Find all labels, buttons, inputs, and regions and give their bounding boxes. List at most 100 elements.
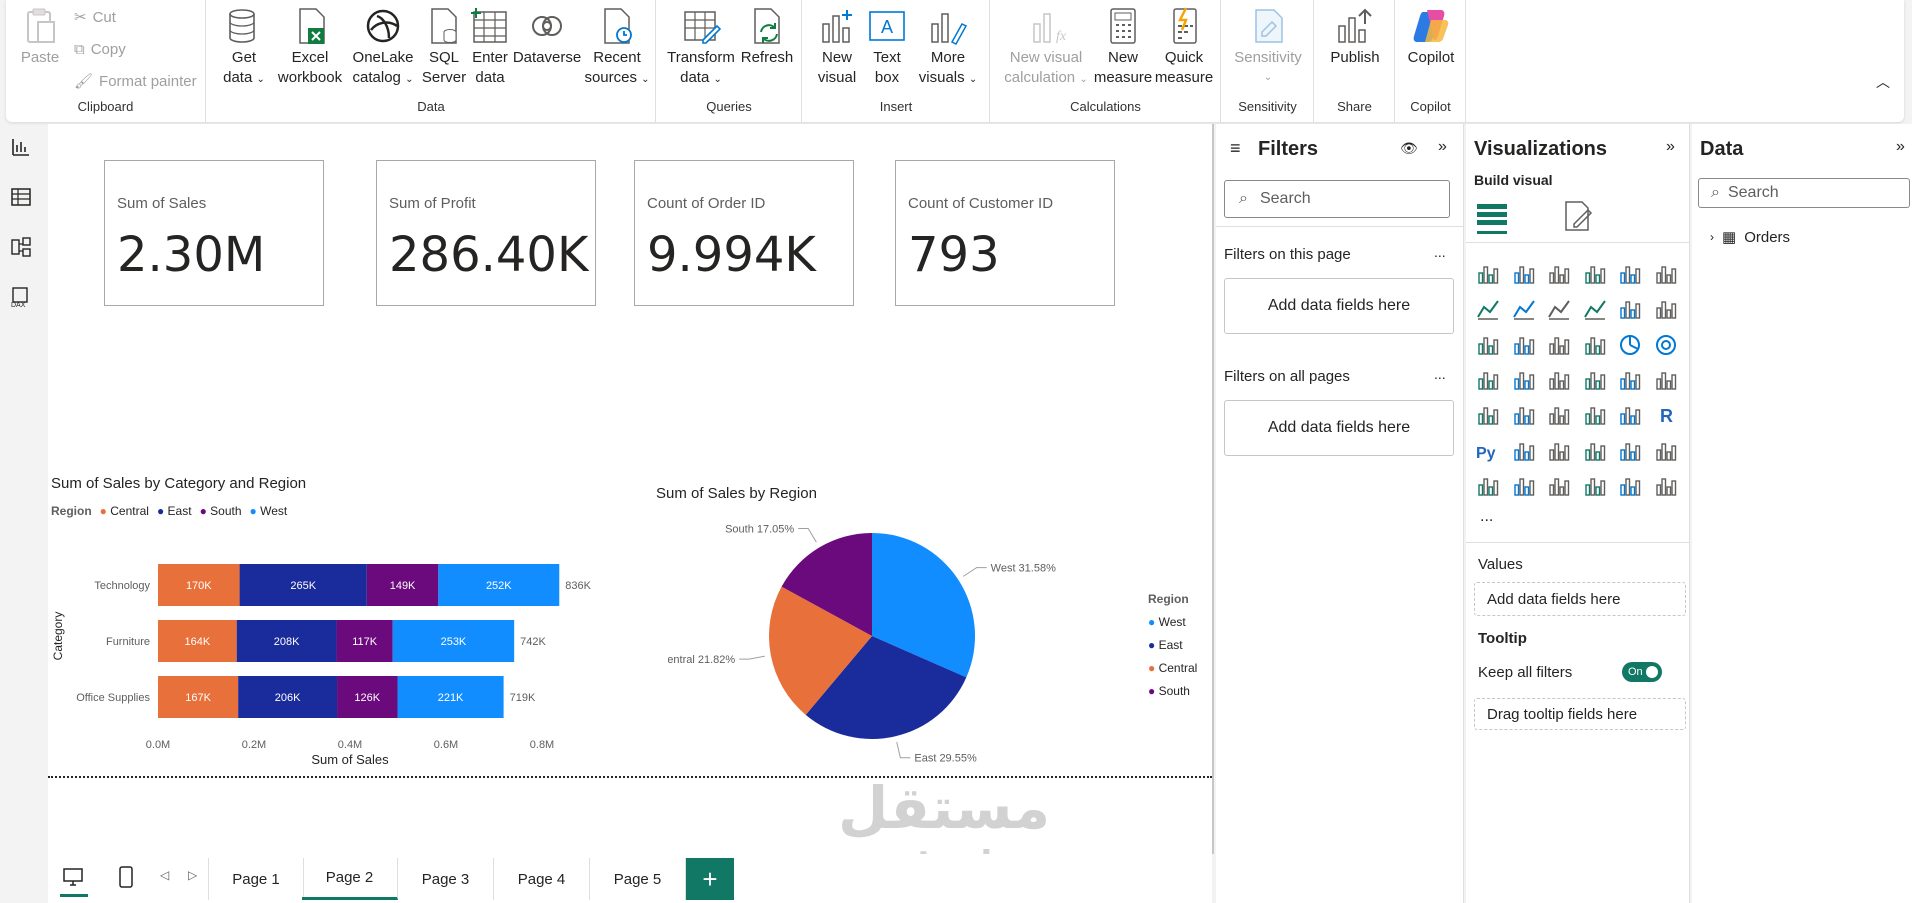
desktop-layout-icon[interactable] <box>62 866 84 888</box>
100-stacked-area-chart-icon[interactable] <box>1583 297 1607 321</box>
100-stacked-column-chart-icon[interactable] <box>1654 262 1678 286</box>
transform-data-button[interactable]: Transform data ⌄ <box>667 6 735 90</box>
dataverse-button[interactable]: Dataverse <box>513 6 581 68</box>
power-automate-icon[interactable] <box>1547 474 1571 498</box>
ribbon-chart-icon[interactable] <box>1476 333 1500 357</box>
tab-page-2[interactable]: Page 2 <box>302 858 398 900</box>
get-data-button[interactable]: Get data ⌄ <box>219 6 269 90</box>
stacked-bar-chart-icon[interactable] <box>1476 262 1500 286</box>
copilot-button[interactable]: Copilot <box>1400 6 1462 68</box>
pie-chart[interactable]: West 31.58% East 29.55% Central 21.82% Sout… <box>668 504 1088 764</box>
tab-page-4[interactable]: Page 4 <box>494 858 590 900</box>
more-visuals-button[interactable]: More visuals ⌄ <box>915 6 981 90</box>
tab-scroll-left-icon[interactable]: ◁ <box>160 868 169 882</box>
python-visual-icon[interactable]: Py <box>1476 439 1500 463</box>
matrix-icon[interactable] <box>1618 403 1642 427</box>
powerpoint-icon[interactable] <box>1618 474 1642 498</box>
filters-all-dropzone[interactable]: Add data fields here <box>1224 400 1454 456</box>
treemap-icon[interactable] <box>1476 368 1500 392</box>
clustered-bar-chart-icon[interactable] <box>1547 262 1571 286</box>
legend-item-west[interactable]: ● West <box>1148 611 1197 634</box>
table-icon[interactable] <box>1583 403 1607 427</box>
sensitivity-button[interactable]: Sensitivity ⌄ <box>1226 6 1310 88</box>
collapse-filters-icon[interactable]: » <box>1438 138 1447 156</box>
area-chart-icon[interactable] <box>1512 297 1536 321</box>
scatter-chart-icon[interactable] <box>1583 333 1607 357</box>
bar-chart[interactable]: Technology 170K 265K 149K 252K 836K Furniture 1… <box>48 524 608 764</box>
tab-scroll-right-icon[interactable]: ▷ <box>188 868 197 882</box>
kpi-card-orders[interactable]: Count of Order ID 9.994K <box>634 160 854 306</box>
tooltip-dropzone[interactable]: Drag tooltip fields here <box>1474 698 1686 730</box>
legend-item-east[interactable]: ● East <box>1148 634 1197 657</box>
card-icon[interactable] <box>1654 368 1678 392</box>
paste-button[interactable]: Paste <box>18 6 62 68</box>
keep-filters-toggle[interactable]: On <box>1622 662 1662 682</box>
r-visual-icon[interactable]: R <box>1654 403 1678 427</box>
format-visual-tab-icon[interactable] <box>1560 198 1596 234</box>
kpi-card-profit[interactable]: Sum of Profit 286.40K <box>376 160 596 306</box>
legend-item-south[interactable]: ● South <box>200 504 242 518</box>
100-stacked-bar-chart-icon[interactable] <box>1618 262 1642 286</box>
legend-item-south[interactable]: ● South <box>1148 680 1197 703</box>
key-influencers-icon[interactable] <box>1512 439 1536 463</box>
metrics-icon[interactable] <box>1654 439 1678 463</box>
new-measure-button[interactable]: New measure <box>1094 6 1152 88</box>
report-canvas[interactable]: Sum of Sales 2.30M Sum of Profit 286.40K… <box>48 124 1214 884</box>
pie-chart-icon[interactable] <box>1618 333 1642 357</box>
report-view-icon[interactable] <box>10 136 32 158</box>
kpi-icon[interactable] <box>1512 403 1536 427</box>
stacked-area-chart-icon[interactable] <box>1547 297 1571 321</box>
sql-server-button[interactable]: SQL Server <box>421 6 467 88</box>
tab-page-5[interactable]: Page 5 <box>590 858 686 900</box>
model-view-icon[interactable] <box>10 236 32 258</box>
multi-row-card-icon[interactable] <box>1476 403 1500 427</box>
line-chart-icon[interactable] <box>1476 297 1500 321</box>
bar-chart-legend[interactable]: Region ● Central ● East ● South ● West <box>51 504 287 518</box>
more-visual-icon[interactable] <box>1654 474 1678 498</box>
new-visual-button[interactable]: New visual <box>815 6 859 88</box>
arcgis-icon[interactable] <box>1583 474 1607 498</box>
more-options-icon[interactable]: ... <box>1434 244 1446 260</box>
quick-measure-button[interactable]: Quick measure <box>1151 6 1217 88</box>
recent-sources-button[interactable]: Recent sources ⌄ <box>583 6 651 90</box>
filters-page-dropzone[interactable]: Add data fields here <box>1224 278 1454 334</box>
kpi-card-customers[interactable]: Count of Customer ID 793 <box>895 160 1115 306</box>
format-painter-button[interactable]: 🖌 Format painter <box>74 72 197 91</box>
kpi-card-sales[interactable]: Sum of Sales 2.30M <box>104 160 324 306</box>
values-dropzone[interactable]: Add data fields here <box>1474 582 1686 616</box>
excel-workbook-button[interactable]: Excel workbook <box>275 6 345 88</box>
tab-page-1[interactable]: Page 1 <box>208 858 304 900</box>
stacked-column-chart-icon[interactable] <box>1512 262 1536 286</box>
data-search-input[interactable]: ⌕ Search <box>1698 178 1910 208</box>
pie-chart-legend[interactable]: Region ● West ● East ● Central ● South <box>1148 588 1197 703</box>
decomposition-tree-icon[interactable] <box>1547 439 1571 463</box>
azure-map-icon[interactable] <box>1583 368 1607 392</box>
smart-narrative-icon[interactable] <box>1618 439 1642 463</box>
refresh-button[interactable]: Refresh <box>739 6 795 68</box>
power-apps-icon[interactable] <box>1512 474 1536 498</box>
clustered-column-chart-icon[interactable] <box>1583 262 1607 286</box>
filters-search-input[interactable]: ⌕ Search <box>1224 180 1450 218</box>
cut-button[interactable]: ✂ Cut <box>74 8 116 27</box>
enter-data-button[interactable]: Enter data <box>467 6 513 88</box>
qna-icon[interactable] <box>1583 439 1607 463</box>
collapse-visualizations-icon[interactable]: » <box>1666 138 1675 156</box>
legend-item-east[interactable]: ● East <box>157 504 192 518</box>
waterfall-chart-icon[interactable] <box>1512 333 1536 357</box>
legend-item-central[interactable]: ● Central <box>1148 657 1197 680</box>
more-options-icon[interactable]: ... <box>1434 366 1446 382</box>
mobile-layout-icon[interactable] <box>118 866 134 888</box>
table-view-icon[interactable] <box>10 186 32 208</box>
eye-icon[interactable]: 👁 <box>1400 140 1418 157</box>
line-clustered-column-chart-icon[interactable] <box>1618 297 1642 321</box>
donut-chart-icon[interactable] <box>1654 333 1678 357</box>
map-icon[interactable] <box>1512 368 1536 392</box>
add-page-button[interactable]: + <box>686 858 734 900</box>
publish-button[interactable]: Publish <box>1323 6 1387 68</box>
collapse-data-icon[interactable]: » <box>1896 138 1905 156</box>
new-visual-calculation-button[interactable]: fx New visual calculation ⌄ <box>999 6 1093 90</box>
text-box-button[interactable]: A Text box <box>865 6 909 88</box>
table-item-orders[interactable]: › ▦ Orders <box>1710 228 1790 247</box>
paginated-report-icon[interactable] <box>1476 474 1500 498</box>
funnel-chart-icon[interactable] <box>1547 333 1571 357</box>
